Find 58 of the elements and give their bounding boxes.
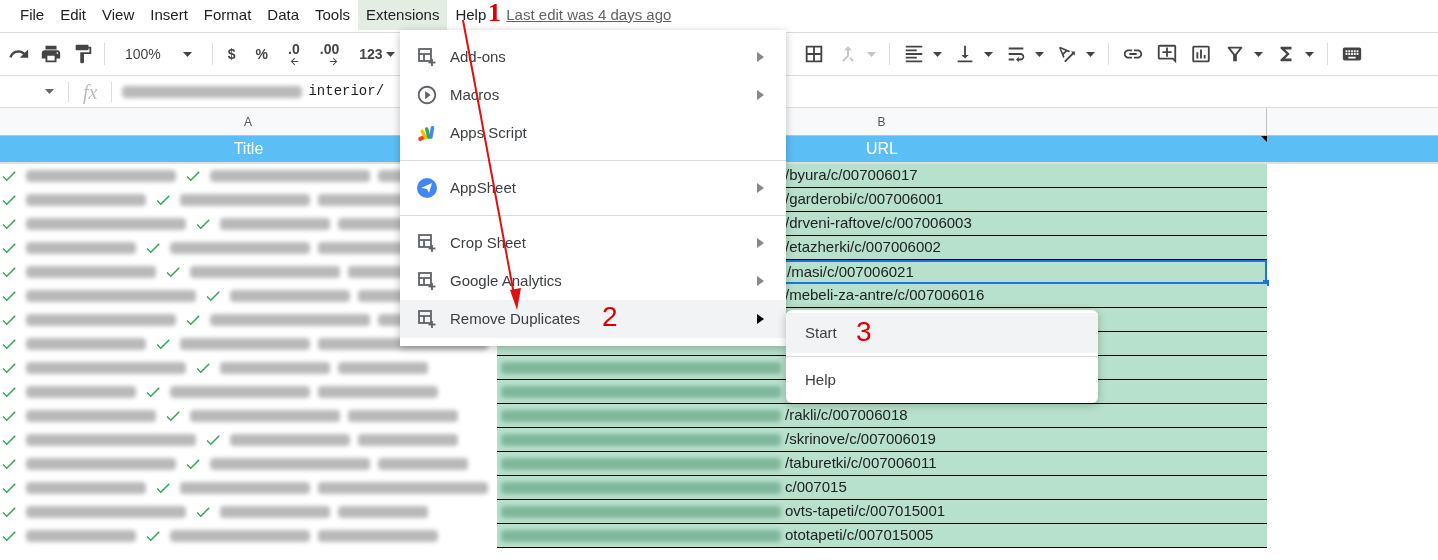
table-plus-icon [417, 233, 437, 253]
caret-icon [1305, 51, 1314, 57]
table-plus-icon [417, 47, 437, 67]
caret-icon [182, 51, 192, 57]
arrow-right-icon [328, 55, 340, 67]
apps-script-icon [417, 123, 437, 143]
menu-item-label: Remove Duplicates [450, 308, 581, 329]
caret-icon [984, 51, 993, 57]
url-text: /skrinove/c/007006019 [785, 429, 936, 450]
menu-item[interactable]: Insert [142, 0, 196, 31]
zoom-dropdown[interactable]: 100% [115, 43, 202, 65]
print-icon[interactable] [40, 43, 62, 65]
table-header-cell-text: Title [232, 139, 265, 159]
add-comment-icon [1156, 43, 1178, 65]
annotation-number: 1 [488, 0, 501, 26]
table-plus-icon [417, 271, 437, 291]
url-text: /etazherki/c/007006002 [785, 237, 941, 258]
caret-icon [1086, 51, 1095, 57]
url-text: /taburetki/c/007006011 [785, 453, 937, 474]
url-text: /mebeli-za-antre/c/007006016 [785, 285, 985, 306]
url-text: ovts-tapeti/c/007015001 [785, 501, 946, 522]
menu-item[interactable]: Tools [307, 0, 359, 31]
format-button[interactable]: 123 [354, 47, 400, 61]
format-button[interactable]: .0 [283, 41, 305, 67]
menu-item[interactable]: Edit [52, 0, 95, 31]
annotation-number: 3 [856, 318, 872, 346]
fx-label: fx [82, 79, 99, 106]
menu-item[interactable]: Help [786, 360, 1098, 400]
align-left-icon [903, 43, 925, 65]
url-text: /masi/c/007006021 [787, 261, 914, 282]
url-text: /rakli/c/007006018 [785, 405, 908, 426]
url-text: /byura/c/007006017 [785, 165, 918, 186]
arrow-left-icon [288, 55, 300, 67]
menu-item[interactable]: Extensions [358, 0, 448, 31]
url-text: ototapeti/c/007015005 [785, 525, 934, 546]
annotation-number: 2 [602, 303, 618, 331]
url-text: c/007015 [785, 477, 847, 498]
caret-icon [45, 89, 54, 94]
menu-item[interactable]: File [12, 0, 53, 31]
url-text: /garderobi/c/007006001 [785, 189, 944, 210]
caret-icon [1035, 51, 1044, 57]
chart-icon [1190, 43, 1212, 65]
last-edit-link[interactable]: Last edit was 4 days ago [506, 3, 672, 27]
caret-icon [933, 51, 942, 57]
menu-item[interactable]: Format [195, 0, 260, 31]
paper-plane-icon [416, 177, 438, 199]
menu-item[interactable]: View [94, 0, 143, 31]
table-plus-icon [417, 309, 437, 329]
format-button[interactable]: $ [222, 47, 241, 61]
caret-icon [1254, 51, 1263, 57]
menu-item[interactable]: Data [259, 0, 307, 31]
format-button[interactable]: .00 [314, 41, 345, 67]
borders-icon [803, 43, 825, 65]
formula-field[interactable]: interior/ [122, 81, 385, 102]
caret-icon [385, 51, 395, 57]
caret-icon [867, 51, 876, 57]
format-button[interactable]: % [250, 47, 274, 61]
url-text: /drveni-raftove/c/007006003 [785, 213, 972, 234]
